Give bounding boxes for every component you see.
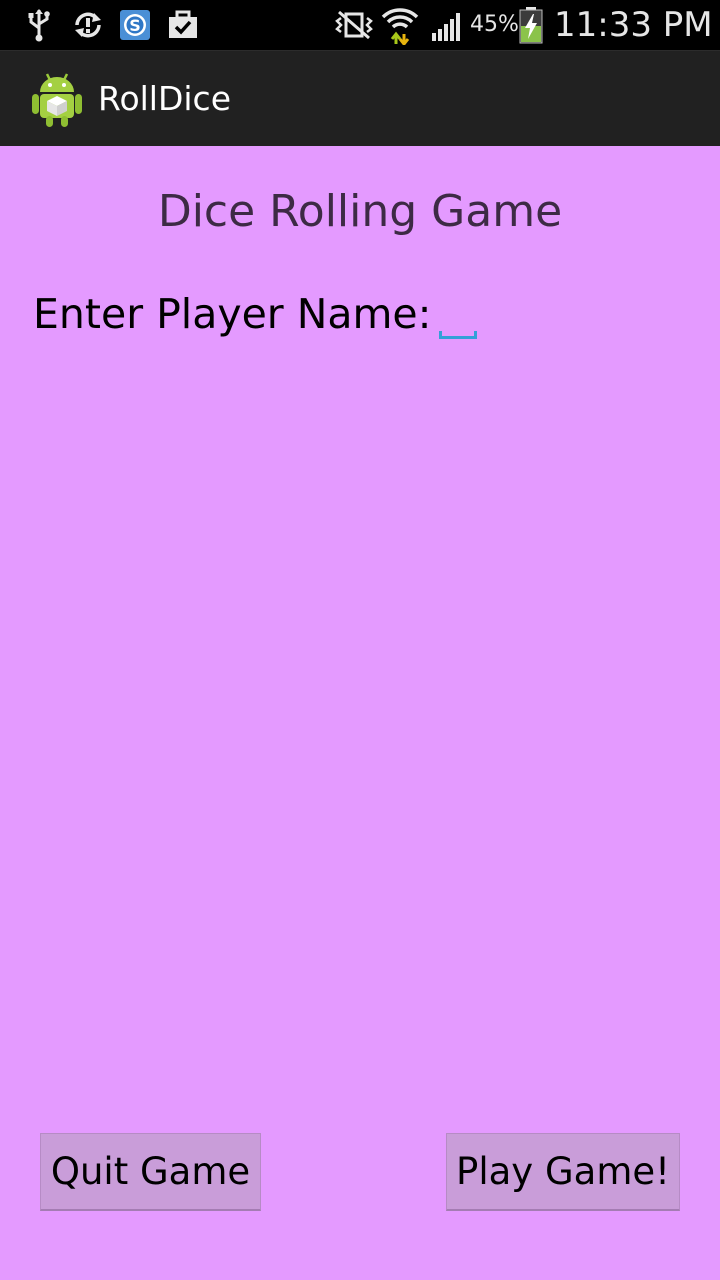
player-name-field[interactable] — [439, 305, 478, 339]
android-dice-app-icon[interactable] — [30, 70, 84, 128]
input-underline — [439, 336, 478, 339]
screen: S 45% 11:33 PM RollDice Dice Rolling Gam… — [0, 0, 720, 1280]
wifi-icon — [380, 4, 420, 46]
quit-game-button[interactable]: Quit Game — [40, 1133, 261, 1211]
player-name-row: Enter Player Name: — [33, 286, 478, 342]
play-game-button[interactable]: Play Game! — [446, 1133, 680, 1211]
app-title: RollDice — [98, 79, 231, 118]
battery-charging-icon — [516, 6, 546, 44]
status-bar: S 45% 11:33 PM — [0, 0, 720, 50]
battery-percent: 45% — [470, 12, 519, 37]
main-content: Dice Rolling Game Enter Player Name: Qui… — [0, 146, 720, 1280]
briefcase-check-icon — [166, 7, 200, 43]
vibrate-mute-icon — [332, 7, 376, 43]
skype-icon: S — [118, 7, 152, 43]
status-time: 11:33 PM — [554, 5, 713, 45]
action-bar: RollDice — [0, 50, 720, 146]
input-underline-left-tick — [439, 331, 443, 339]
sync-icon — [70, 7, 106, 43]
usb-icon — [24, 7, 54, 43]
input-underline-right-tick — [474, 331, 478, 339]
game-title: Dice Rolling Game — [157, 186, 563, 237]
signal-icon — [430, 7, 466, 43]
svg-text:S: S — [129, 16, 141, 35]
player-name-input[interactable] — [439, 305, 478, 336]
player-name-label: Enter Player Name: — [33, 290, 432, 338]
